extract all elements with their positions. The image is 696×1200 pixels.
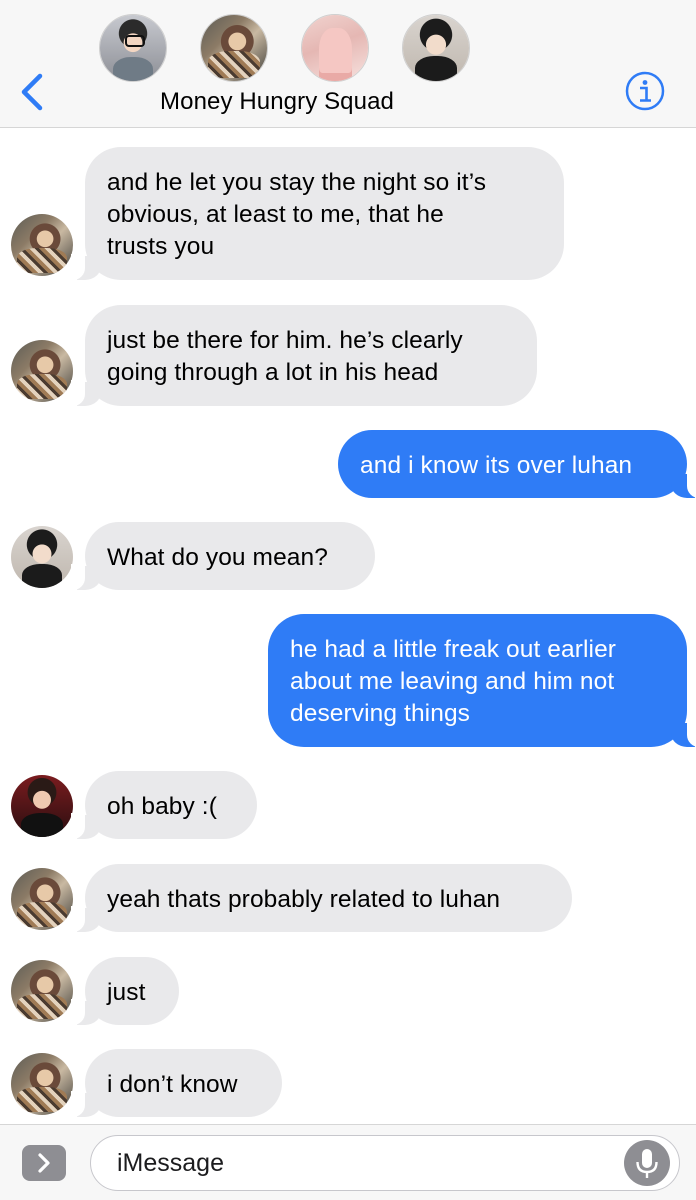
message-text: i don’t know — [107, 1071, 238, 1098]
imessage-screen: Money Hungry Squad and he let you stay t… — [0, 0, 696, 1200]
message-text: What do you mean? — [107, 544, 328, 571]
chevron-right-icon — [38, 1153, 50, 1173]
sender-avatar[interactable] — [11, 960, 73, 1022]
message-bubble-incoming[interactable]: and he let you stay the night so it’s ob… — [71, 147, 564, 280]
group-avatar-2 — [200, 14, 268, 82]
message-input[interactable] — [90, 1135, 680, 1191]
message-bubble-incoming[interactable]: i don’t know — [71, 1049, 282, 1117]
message-text: and he let you stay the night so it’s ob… — [107, 169, 487, 260]
group-avatar-1 — [99, 14, 167, 82]
sender-avatar[interactable] — [11, 340, 73, 402]
compose-bar — [0, 1124, 696, 1200]
dictation-button[interactable] — [624, 1140, 670, 1186]
message-bubble-incoming[interactable]: just be there for him. he’s clearly goin… — [71, 305, 537, 406]
group-avatar-3 — [301, 14, 369, 82]
conversation-header: Money Hungry Squad — [0, 0, 696, 128]
message-bubble-incoming[interactable]: yeah thats probably related to luhan — [71, 864, 572, 932]
message-bubble-incoming[interactable]: just — [71, 957, 179, 1025]
message-text: and i know its over luhan — [360, 452, 633, 479]
sender-avatar[interactable] — [11, 775, 73, 837]
apps-expand-button[interactable] — [22, 1145, 66, 1181]
sender-avatar[interactable] — [11, 214, 73, 276]
sender-avatar[interactable] — [11, 1053, 73, 1115]
group-avatars[interactable] — [0, 14, 696, 86]
group-avatar-4 — [402, 14, 470, 82]
info-button[interactable] — [624, 70, 666, 112]
message-bubble-outgoing[interactable]: he had a little freak out earlier about … — [268, 614, 696, 747]
sender-avatar[interactable] — [11, 526, 73, 588]
sender-avatar[interactable] — [11, 868, 73, 930]
info-icon — [625, 71, 665, 111]
message-bubble-incoming[interactable]: oh baby :( — [71, 771, 257, 839]
message-text: he had a little freak out earlier about … — [290, 636, 617, 727]
message-text: just — [107, 979, 146, 1006]
microphone-icon — [636, 1149, 658, 1178]
message-text: just be there for him. he’s clearly goin… — [107, 327, 463, 386]
message-bubble-incoming[interactable]: What do you mean? — [71, 522, 375, 590]
message-bubble-outgoing[interactable]: and i know its over luhan — [338, 430, 696, 498]
message-text: yeah thats probably related to luhan — [107, 886, 501, 913]
message-text: oh baby :( — [107, 793, 217, 820]
group-name[interactable]: Money Hungry Squad — [100, 88, 454, 116]
